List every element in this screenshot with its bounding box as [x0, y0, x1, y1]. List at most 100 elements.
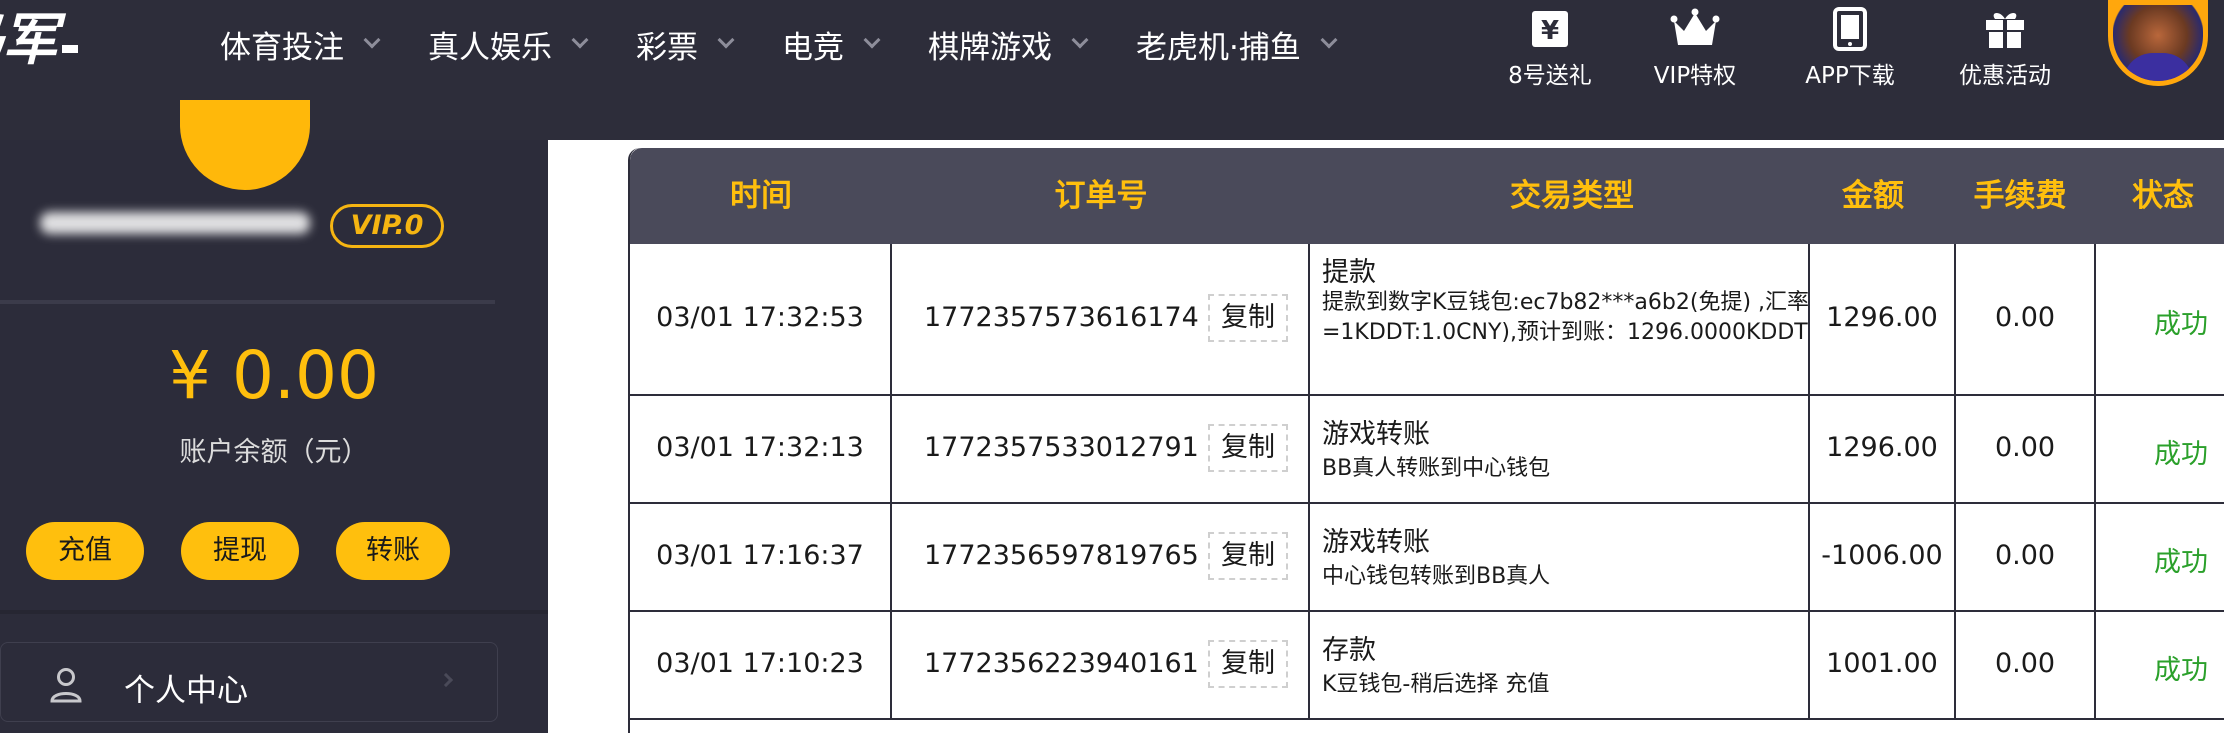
main-nav: 体育投注 真人娱乐 彩票 电竞 棋牌游戏 老虎机·捕鱼 — [220, 14, 1338, 74]
transaction-type-title: 存款 — [1322, 635, 1376, 666]
column-header-fee: 手续费 — [1973, 178, 2067, 214]
transaction-time: 03/01 17:10:23 — [656, 648, 864, 679]
quick-link-label: 8号送礼 — [1508, 63, 1592, 89]
tablet-icon — [1832, 2, 1868, 56]
column-header-type: 交易类型 — [1510, 178, 1634, 214]
cell-time: 03/01 17:10:23 — [630, 612, 892, 718]
nav-item-label: 体育投注 — [220, 29, 344, 66]
avatar-ring — [180, 100, 310, 190]
sidebar-item-personal-center[interactable]: 个人中心 — [0, 642, 498, 722]
brand-logo[interactable]: 马军 — [0, 6, 78, 76]
transaction-table: 时间 订单号 交易类型 金额 手续费 状态 03/01 17:32:53 177… — [628, 148, 2224, 733]
quick-link-label: 优惠活动 — [1959, 63, 2051, 89]
cell-time: 03/01 17:32:53 — [630, 244, 892, 394]
crown-icon — [1670, 2, 1720, 56]
transaction-time: 03/01 17:16:37 — [656, 540, 864, 571]
account-sidebar: VIP.0 ¥ 0.00 账户余额（元） 充值 提现 转账 个人中心 — [0, 100, 548, 733]
transaction-amount: 1296.00 — [1826, 432, 1938, 463]
column-header-order: 订单号 — [1054, 178, 1148, 214]
user-avatar[interactable] — [2108, 0, 2208, 86]
cell-amount: 1296.00 — [1810, 396, 1956, 502]
top-navigation-bar: 马军 体育投注 真人娱乐 彩票 电竞 棋牌游戏 老虎机·捕鱼 ¥ — [0, 0, 2224, 140]
chevron-down-icon — [1320, 31, 1338, 49]
deposit-button[interactable]: 充值 — [26, 522, 144, 580]
nav-item-slots-fishing[interactable]: 老虎机·捕鱼 — [1136, 14, 1338, 74]
quick-link-8-gift[interactable]: ¥ 8号送礼 — [1500, 0, 1600, 100]
order-number: 1772356597819765 — [924, 540, 1199, 571]
gift-money-icon: ¥ — [1528, 2, 1572, 56]
chevron-down-icon — [571, 31, 589, 49]
nav-item-esports[interactable]: 电竞 — [782, 14, 881, 74]
cell-status: 成功 — [2096, 396, 2224, 502]
cell-type: 提款 提款到数字K豆钱包:ec7b82***a6b2(免提) ,汇率=1KDDT… — [1310, 244, 1810, 394]
cell-type: 存款 K豆钱包-稍后选择 充值 — [1310, 612, 1810, 718]
nav-item-label: 电竞 — [782, 29, 844, 66]
copy-order-button[interactable]: 复制 — [1208, 294, 1288, 342]
transaction-type-desc: 提款到数字K豆钱包:ec7b82***a6b2(免提) ,汇率=1KDDT:1.… — [1322, 290, 1810, 345]
transaction-type-desc: BB真人转账到中心钱包 — [1322, 456, 1551, 481]
cell-order: 1772356223940161 复制 — [892, 612, 1310, 718]
order-number: 1772356223940161 — [924, 648, 1199, 679]
quick-link-vip[interactable]: VIP特权 — [1640, 0, 1750, 100]
column-header-amount: 金额 — [1842, 178, 1904, 214]
avatar-shirt — [2123, 53, 2193, 81]
table-row: 03/01 17:32:13 1772357533012791 复制 游戏转账 … — [630, 396, 2224, 504]
chevron-down-icon — [717, 31, 735, 49]
copy-order-button[interactable]: 复制 — [1208, 424, 1288, 472]
svg-text:¥: ¥ — [1541, 16, 1559, 46]
cell-fee: 0.00 — [1956, 612, 2096, 718]
transaction-fee: 0.00 — [1994, 540, 2056, 571]
transaction-fee: 0.00 — [1994, 432, 2056, 463]
transaction-status: 成功 — [2154, 309, 2208, 340]
transaction-status: 成功 — [2154, 547, 2208, 578]
transaction-time: 03/01 17:32:13 — [656, 432, 864, 463]
transaction-amount: -1006.00 — [1821, 540, 1943, 571]
nav-item-label: 棋牌游戏 — [928, 29, 1052, 66]
cell-fee: 0.00 — [1956, 504, 2096, 610]
transaction-type-title: 游戏转账 — [1322, 527, 1430, 558]
nav-item-label: 老虎机·捕鱼 — [1136, 29, 1301, 66]
nav-item-card-games[interactable]: 棋牌游戏 — [928, 14, 1089, 74]
nav-item-label: 彩票 — [636, 29, 698, 66]
chevron-right-icon — [438, 672, 454, 688]
copy-order-button[interactable]: 复制 — [1208, 640, 1288, 688]
cell-type: 游戏转账 BB真人转账到中心钱包 — [1310, 396, 1810, 502]
nav-item-label: 真人娱乐 — [428, 29, 552, 66]
transaction-amount: 1001.00 — [1826, 648, 1938, 679]
quick-link-promotions[interactable]: 优惠活动 — [1950, 0, 2060, 100]
vip-level-badge: VIP.0 — [330, 204, 444, 248]
cell-order: 1772357533012791 复制 — [892, 396, 1310, 502]
cell-fee: 0.00 — [1956, 244, 2096, 394]
cell-time: 03/01 17:32:13 — [630, 396, 892, 502]
transaction-type-desc: K豆钱包-稍后选择 充值 — [1322, 672, 1550, 697]
copy-order-button[interactable]: 复制 — [1208, 532, 1288, 580]
nav-item-lottery[interactable]: 彩票 — [636, 14, 735, 74]
table-row: 03/01 17:32:53 1772357573616174 复制 提款 提款… — [630, 244, 2224, 396]
table-header: 时间 订单号 交易类型 金额 手续费 状态 — [630, 148, 2224, 244]
quick-link-label: VIP特权 — [1653, 63, 1737, 89]
transfer-button[interactable]: 转账 — [336, 522, 450, 580]
cell-type: 游戏转账 中心钱包转账到BB真人 — [1310, 504, 1810, 610]
cell-time: 03/01 17:16:37 — [630, 504, 892, 610]
nav-item-sports[interactable]: 体育投注 — [220, 14, 381, 74]
transaction-fee: 0.00 — [1994, 302, 2056, 333]
chevron-down-icon — [363, 31, 381, 49]
transaction-time: 03/01 17:32:53 — [656, 302, 864, 333]
order-number: 1772357533012791 — [924, 432, 1199, 463]
account-balance: ¥ 0.00 — [169, 337, 379, 414]
withdraw-button[interactable]: 提现 — [181, 522, 299, 580]
transaction-type-title: 游戏转账 — [1322, 419, 1430, 450]
cell-status: 成功 — [2096, 612, 2224, 718]
logo-dot — [62, 45, 78, 53]
cell-status: 成功 — [2096, 504, 2224, 610]
quick-link-app-download[interactable]: APP下载 — [1790, 0, 1910, 100]
transaction-status: 成功 — [2154, 655, 2208, 686]
transaction-amount: 1296.00 — [1826, 302, 1938, 333]
nav-item-live-casino[interactable]: 真人娱乐 — [428, 14, 589, 74]
cell-amount: 1296.00 — [1810, 244, 1956, 394]
column-header-time: 时间 — [730, 178, 792, 214]
gift-box-icon — [1982, 2, 2028, 56]
quick-link-label: APP下载 — [1805, 63, 1895, 89]
table-row: 03/01 17:10:23 1772356223940161 复制 存款 K豆… — [630, 612, 2224, 720]
order-number: 1772357573616174 — [924, 302, 1199, 333]
